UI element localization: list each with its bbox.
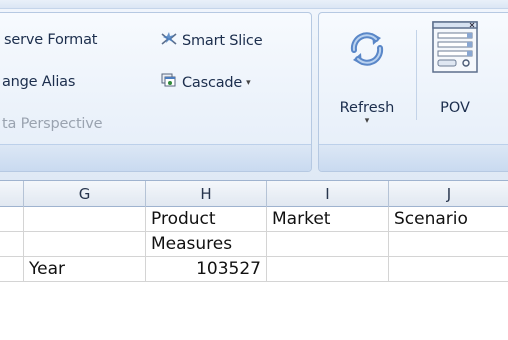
column-header-partial[interactable]	[0, 181, 24, 207]
pov-icon	[430, 20, 480, 74]
refresh-button[interactable]: Refresh ▾	[326, 22, 408, 144]
grid-cell-i3[interactable]	[267, 257, 389, 282]
ribbon: serve Format ange Alias ta Perspective S…	[0, 0, 508, 180]
cascade-icon	[160, 73, 178, 89]
data-perspective-button[interactable]: ta Perspective	[2, 116, 103, 132]
column-header-row: G H I J	[0, 180, 508, 207]
grid-cell-g2[interactable]	[24, 232, 146, 257]
grid-cell-j3[interactable]	[389, 257, 508, 282]
ribbon-group-footer	[319, 144, 508, 171]
preserve-format-label: serve Format	[4, 32, 98, 48]
grid-cell-h2[interactable]: Measures	[146, 232, 267, 257]
grid-cell-g3[interactable]: Year	[24, 257, 146, 282]
ribbon-divider	[416, 30, 417, 120]
preserve-format-button[interactable]: serve Format	[4, 32, 97, 48]
column-header-i[interactable]: I	[267, 181, 389, 207]
cascade-dropdown-caret[interactable]: ▾	[246, 78, 251, 88]
refresh-label: Refresh	[339, 100, 395, 116]
grid-cell-h1[interactable]: Product	[146, 207, 267, 232]
smart-slice-icon	[160, 31, 178, 47]
data-perspective-label: ta Perspective	[2, 116, 103, 132]
pov-label: POV	[440, 100, 470, 116]
cascade-button[interactable]: Cascade ▾	[160, 73, 251, 91]
cascade-label: Cascade	[182, 75, 243, 91]
smart-slice-button[interactable]: Smart Slice	[160, 31, 263, 49]
change-alias-button[interactable]: ange Alias	[2, 74, 75, 90]
refresh-dropdown-caret[interactable]: ▾	[326, 116, 408, 126]
grid-cell[interactable]	[0, 207, 24, 232]
ribbon-top-edge	[0, 0, 508, 9]
grid-cell-h3[interactable]: 103527	[146, 257, 267, 282]
grid-cell-j2[interactable]	[389, 232, 508, 257]
change-alias-label: ange Alias	[2, 74, 76, 90]
column-header-h[interactable]: H	[146, 181, 267, 207]
grid-cell-i1[interactable]: Market	[267, 207, 389, 232]
spreadsheet-grid: G H I J Product Market Scenario Measures…	[0, 180, 508, 340]
refresh-icon	[346, 28, 388, 70]
grid-cell[interactable]	[0, 257, 24, 282]
grid-cell-i2[interactable]	[267, 232, 389, 257]
column-header-g[interactable]: G	[24, 181, 146, 207]
column-header-j[interactable]: J	[389, 181, 508, 207]
grid-cell-g1[interactable]	[24, 207, 146, 232]
ribbon-group-footer	[0, 144, 311, 171]
smart-slice-label: Smart Slice	[182, 33, 263, 49]
grid-cell-j1[interactable]: Scenario	[389, 207, 508, 232]
grid-cell[interactable]	[0, 232, 24, 257]
pov-button[interactable]: POV	[422, 20, 488, 144]
